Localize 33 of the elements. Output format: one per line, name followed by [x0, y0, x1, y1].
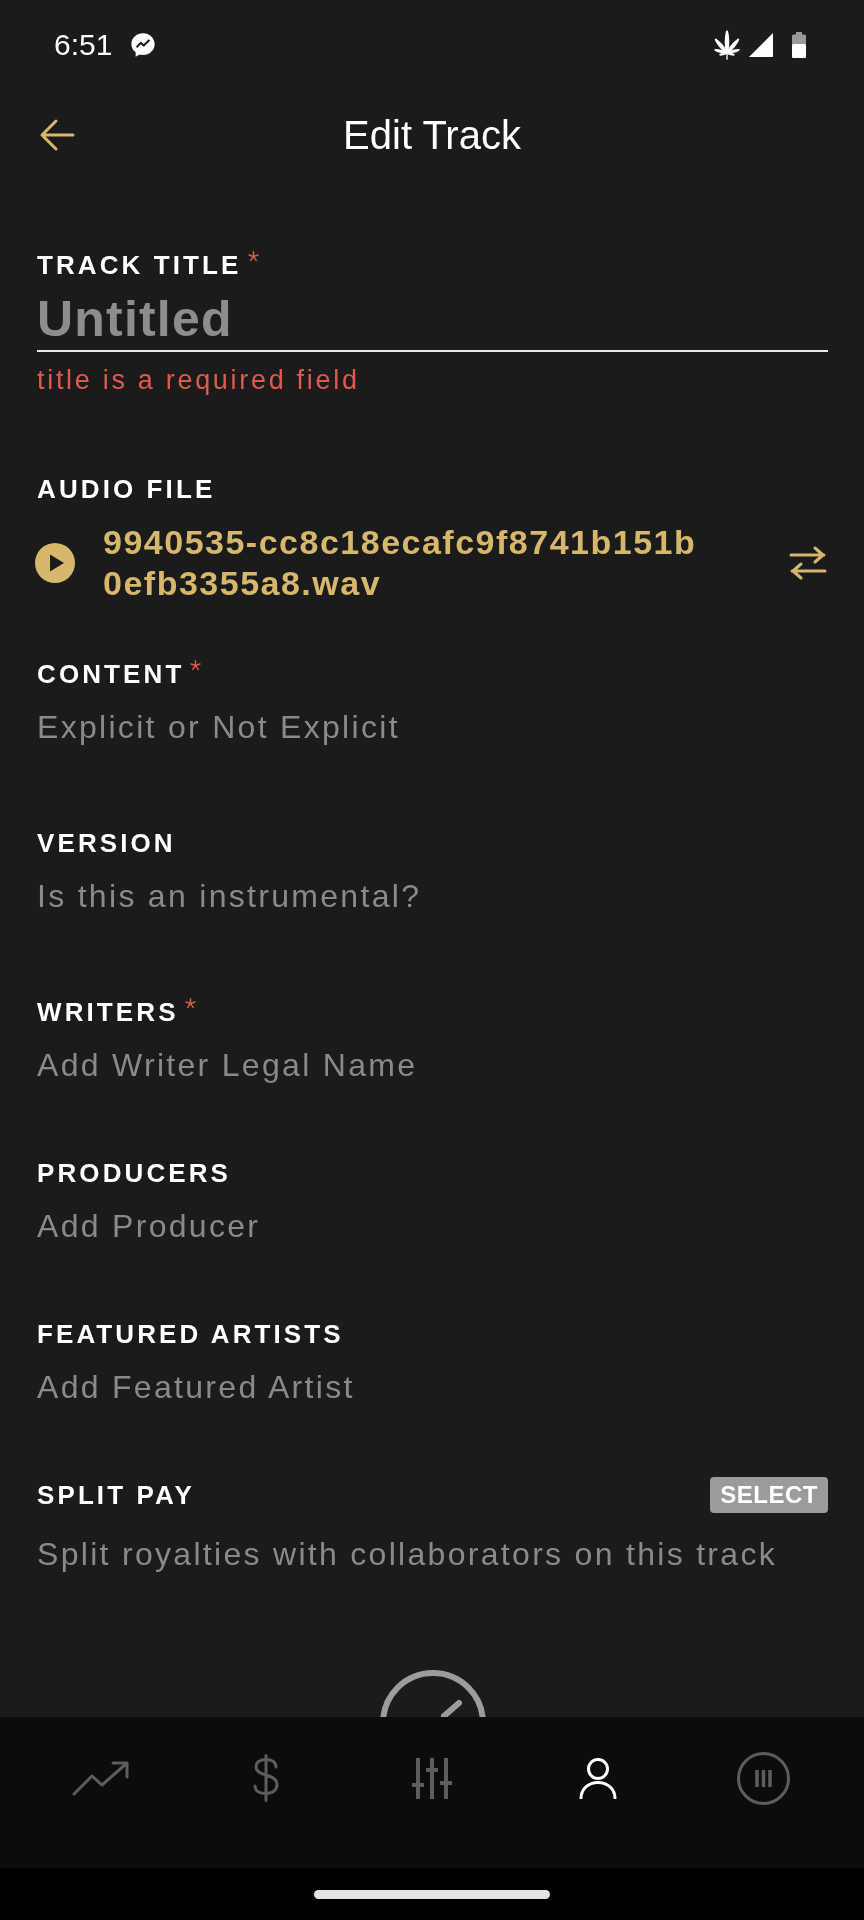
select-field[interactable]: Is this an instrumental? [37, 874, 828, 918]
back-arrow-icon[interactable] [39, 118, 75, 152]
track-title-input[interactable]: Untitled [37, 288, 828, 352]
circle-bars-icon[interactable] [736, 1751, 790, 1805]
battery-icon [792, 32, 806, 58]
field-label: WRITERS [37, 996, 179, 1029]
field-description: Split royalties with collaborators on this track [37, 1535, 778, 1574]
field-label: TRACK TITLE [37, 249, 242, 282]
error-message: title is a required field [37, 364, 361, 397]
leaf-icon [711, 30, 743, 60]
swap-arrows-icon[interactable] [788, 546, 828, 580]
input-field[interactable]: Add Writer Legal Name [37, 1043, 828, 1087]
dial-icon[interactable] [379, 1670, 486, 1717]
chat-bubble-icon [129, 31, 158, 59]
input-field[interactable]: Add Featured Artist [37, 1365, 828, 1409]
field-label: SPLIT PAY [37, 1479, 195, 1512]
page-title: Edit Track [343, 112, 521, 159]
field-label: VERSION [37, 827, 176, 860]
person-icon[interactable] [578, 1757, 617, 1799]
play-icon[interactable] [35, 543, 75, 583]
field-label: FEATURED ARTISTS [37, 1318, 344, 1351]
field-label: AUDIO FILE [37, 473, 216, 506]
field-label: CONTENT [37, 658, 185, 691]
audio-file-name: 9940535-cc8c18ecafc9f8741b151b0efb3355a8.wav [103, 522, 698, 604]
trending-up-icon[interactable] [71, 1760, 130, 1796]
select-button[interactable]: SELECT [710, 1477, 828, 1513]
input-field[interactable]: Add Producer [37, 1204, 828, 1248]
signal-icon [749, 33, 773, 57]
select-field[interactable]: Explicit or Not Explicit [37, 705, 828, 749]
dollar-sign-icon[interactable] [252, 1754, 281, 1802]
sliders-icon[interactable] [412, 1757, 452, 1799]
status-time: 6:51 [54, 27, 113, 63]
field-label: PRODUCERS [37, 1157, 232, 1190]
